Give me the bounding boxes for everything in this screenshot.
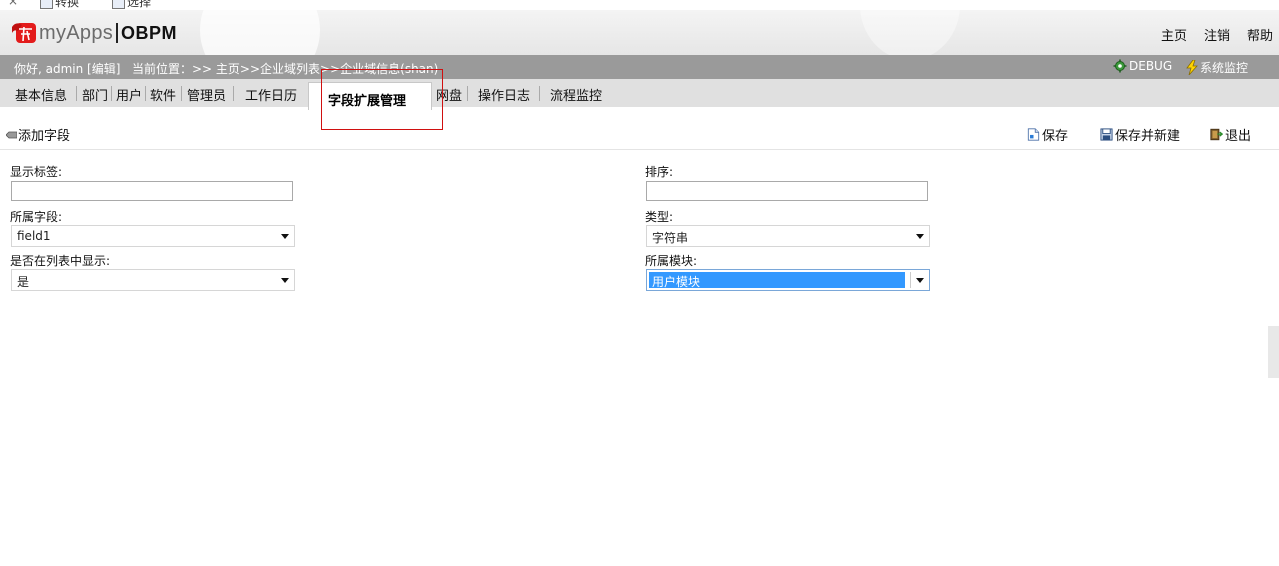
tab-separator xyxy=(181,86,182,101)
form-toolbar: 添加字段 保存 保存并新建 退出 xyxy=(0,107,1279,150)
save-button[interactable]: 保存 xyxy=(1027,125,1068,144)
app-logo[interactable]: myApps OBPM xyxy=(10,18,177,48)
debug-label: DEBUG xyxy=(1129,59,1173,73)
tab-user[interactable]: 用户 xyxy=(116,85,142,104)
tab-separator xyxy=(76,86,77,101)
tab-bar: 基本信息 部门 用户 软件 管理员 工作日历 网盘 操作日志 流程监控 xyxy=(0,79,1279,107)
field-select-value: field1 xyxy=(17,229,51,243)
tab-separator xyxy=(539,86,540,101)
floppy-disk-icon xyxy=(1100,128,1113,141)
logo-product: OBPM xyxy=(121,22,178,43)
convert-label: 转换 xyxy=(55,0,80,9)
page-title-label: 添加字段 xyxy=(18,129,71,144)
exit-door-icon xyxy=(1210,128,1223,141)
help-link[interactable]: 帮助 xyxy=(1247,25,1273,44)
home-link[interactable]: 主页 xyxy=(1161,25,1187,44)
module-select-value: 用户模块 xyxy=(652,275,701,289)
tab-separator xyxy=(111,86,112,101)
convert-button[interactable]: 转换 xyxy=(40,0,79,10)
logo-brand: myApps xyxy=(39,21,114,44)
tab-work-calendar[interactable]: 工作日历 xyxy=(245,85,297,104)
display-label-caption: 显示标签: xyxy=(10,165,63,179)
tab-separator xyxy=(145,86,146,101)
tab-operation-log[interactable]: 操作日志 xyxy=(478,85,530,104)
module-caption: 所属模块: xyxy=(645,254,698,268)
show-in-list-value: 是 xyxy=(17,275,30,289)
tab-department[interactable]: 部门 xyxy=(82,85,108,104)
show-in-list-select[interactable]: 是 xyxy=(11,269,295,291)
lightning-icon xyxy=(1186,60,1198,75)
select-label: 选择 xyxy=(127,0,152,9)
save-and-new-label: 保存并新建 xyxy=(1115,129,1181,144)
tab-basic-info[interactable]: 基本信息 xyxy=(15,85,67,104)
field-select[interactable]: field1 xyxy=(11,225,295,247)
tab-network-disk[interactable]: 网盘 xyxy=(436,85,462,104)
tab-separator xyxy=(467,86,468,101)
logout-link[interactable]: 注销 xyxy=(1204,25,1230,44)
debug-gear-icon xyxy=(1113,59,1127,73)
tab-flow-monitor[interactable]: 流程监控 xyxy=(550,85,602,104)
info-bar: 你好, admin [编辑] 当前位置：>> 主页>>企业域列表>>企业域信息(… xyxy=(0,55,1279,79)
chevron-down-icon xyxy=(916,278,924,283)
top-links: 主页 注销 帮助 xyxy=(1144,25,1273,44)
browser-toolbar-strip: × 转换 选择 xyxy=(0,0,1279,10)
debug-link[interactable]: DEBUG xyxy=(1113,59,1172,73)
app-header: myApps OBPM 主页 注销 帮助 xyxy=(0,10,1279,55)
type-select-value: 字符串 xyxy=(652,231,689,245)
close-icon[interactable]: × xyxy=(8,0,18,8)
display-label-input[interactable] xyxy=(11,181,293,201)
exit-label: 退出 xyxy=(1225,129,1252,144)
greeting-text[interactable]: 你好, admin [编辑] xyxy=(14,60,120,77)
save-and-new-button[interactable]: 保存并新建 xyxy=(1100,125,1180,144)
logo-seal-icon xyxy=(10,19,36,47)
pencil-icon xyxy=(6,131,17,138)
system-monitor-label: 系统监控 xyxy=(1200,61,1249,75)
sort-input[interactable] xyxy=(646,181,928,201)
module-select[interactable]: 用户模块 xyxy=(646,269,930,291)
breadcrumb: 当前位置：>> 主页>>企业域列表>>企业域信息(shan) xyxy=(132,62,439,76)
page-title: 添加字段 xyxy=(6,125,70,144)
vertical-scrollbar[interactable] xyxy=(1268,326,1279,378)
save-page-icon xyxy=(1027,128,1040,141)
save-label: 保存 xyxy=(1042,129,1069,144)
chevron-down-icon xyxy=(916,234,924,239)
convert-icon xyxy=(40,0,53,9)
select-button[interactable]: 选择 xyxy=(112,0,151,10)
logo-divider xyxy=(116,23,119,43)
tab-separator xyxy=(233,86,234,101)
tab-software[interactable]: 软件 xyxy=(150,85,176,104)
chevron-down-icon xyxy=(281,278,289,283)
type-select[interactable]: 字符串 xyxy=(646,225,930,247)
exit-button[interactable]: 退出 xyxy=(1210,125,1251,144)
system-monitor-link[interactable]: 系统监控 xyxy=(1186,59,1248,76)
chevron-down-icon xyxy=(281,234,289,239)
show-in-list-caption: 是否在列表中显示: xyxy=(10,254,111,268)
type-caption: 类型: xyxy=(645,210,674,224)
field-caption: 所属字段: xyxy=(10,210,63,224)
select-icon xyxy=(112,0,125,9)
tab-admin[interactable]: 管理员 xyxy=(187,85,226,104)
tab-field-extension[interactable]: 字段扩展管理 xyxy=(308,82,432,110)
sort-caption: 排序: xyxy=(645,165,674,179)
